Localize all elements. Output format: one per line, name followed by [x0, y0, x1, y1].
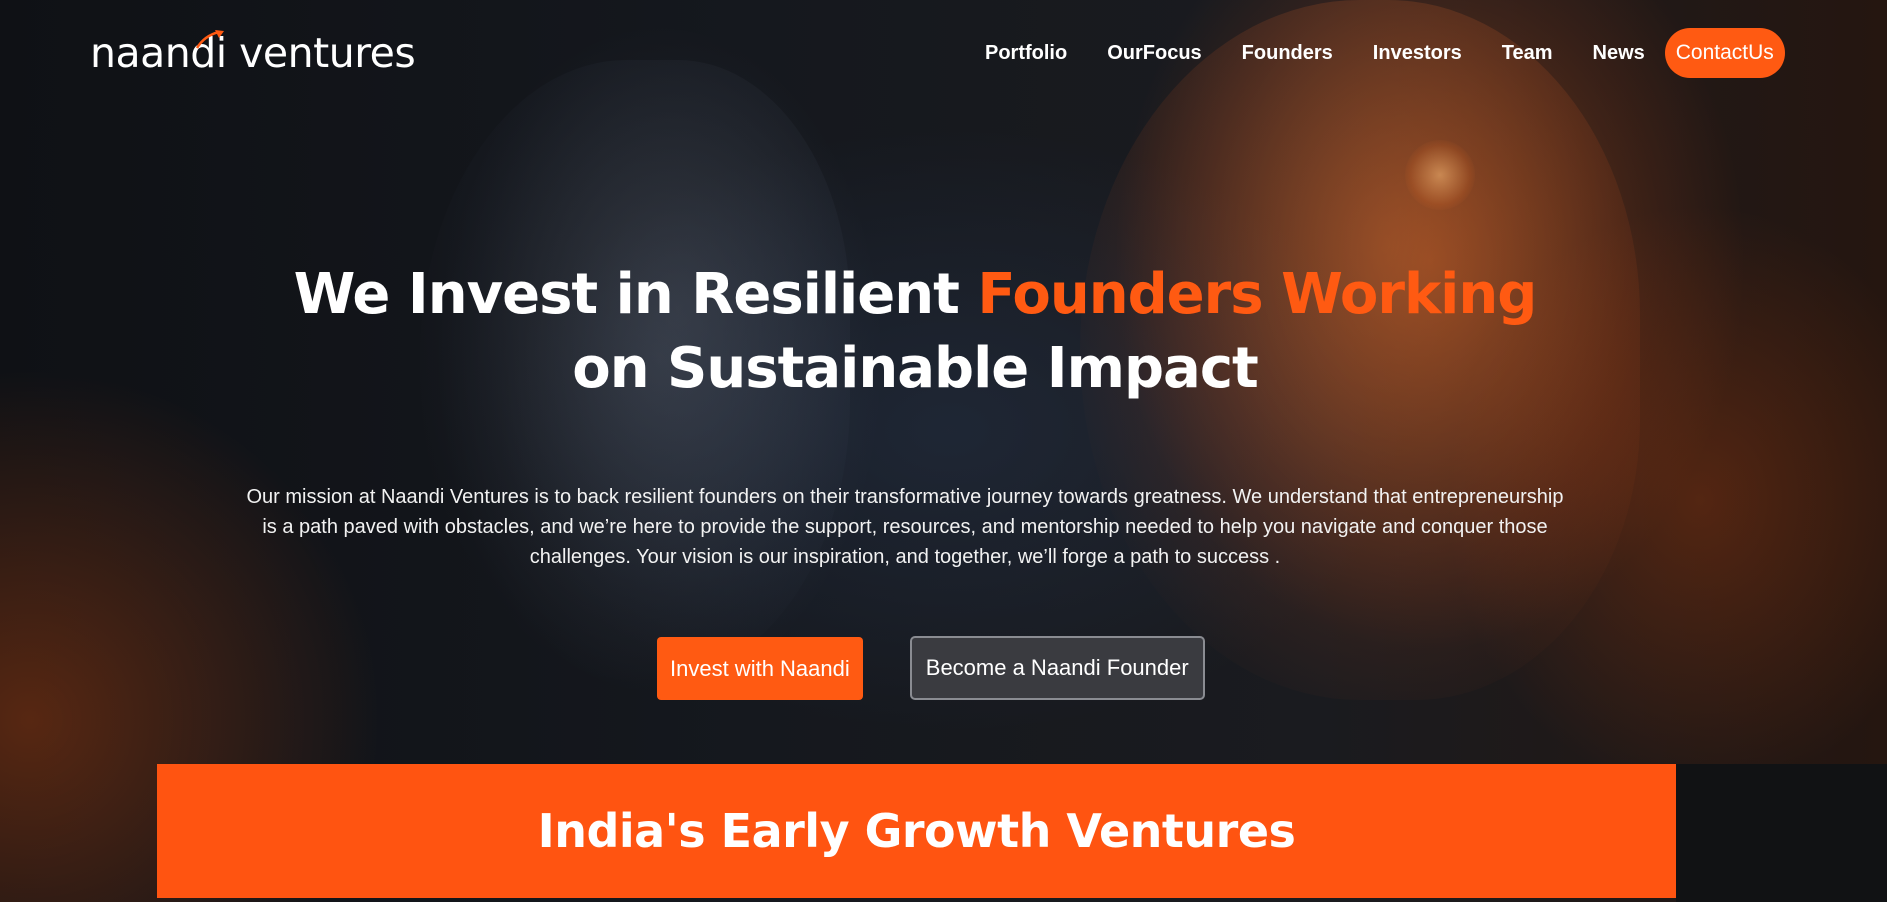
banner-side-panel — [1676, 764, 1887, 902]
nav-link-founders[interactable]: Founders — [1242, 42, 1333, 65]
hero-title-highlight: Founders Working — [977, 262, 1537, 327]
main-nav: Portfolio OurFocus Founders Investors Te… — [985, 28, 1785, 78]
page: naandi ventures Portfolio OurFocus Found… — [0, 0, 1887, 902]
hero-cta-group: Invest with Naandi Become a Naandi Found… — [657, 636, 1205, 700]
hero-title-part2: on Sustainable Impact — [572, 336, 1259, 401]
brand-logo[interactable]: naandi ventures — [90, 26, 416, 80]
brand-logo-text: naandi ventures — [90, 29, 416, 77]
growth-banner: India's Early Growth Ventures — [157, 764, 1676, 898]
nav-link-portfolio[interactable]: Portfolio — [985, 42, 1067, 65]
rocket-icon — [195, 30, 224, 49]
hero-title: We Invest in Resilient Founders Working … — [200, 258, 1630, 406]
hero-title-part1: We Invest in Resilient — [293, 262, 978, 327]
hero-background-glow — [1405, 140, 1475, 210]
site-header: naandi ventures Portfolio OurFocus Found… — [0, 0, 1887, 104]
nav-link-team[interactable]: Team — [1502, 42, 1553, 65]
nav-link-news[interactable]: News — [1593, 42, 1645, 65]
mission-statement: Our mission at Naandi Ventures is to bac… — [246, 486, 1564, 568]
contact-us-button[interactable]: ContactUs — [1664, 28, 1785, 78]
banner-title: India's Early Growth Ventures — [537, 804, 1296, 858]
nav-link-investors[interactable]: Investors — [1373, 42, 1462, 65]
invest-with-naandi-button[interactable]: Invest with Naandi — [657, 636, 863, 700]
nav-link-ourfocus[interactable]: OurFocus — [1107, 42, 1201, 65]
become-founder-button[interactable]: Become a Naandi Founder — [909, 636, 1205, 700]
